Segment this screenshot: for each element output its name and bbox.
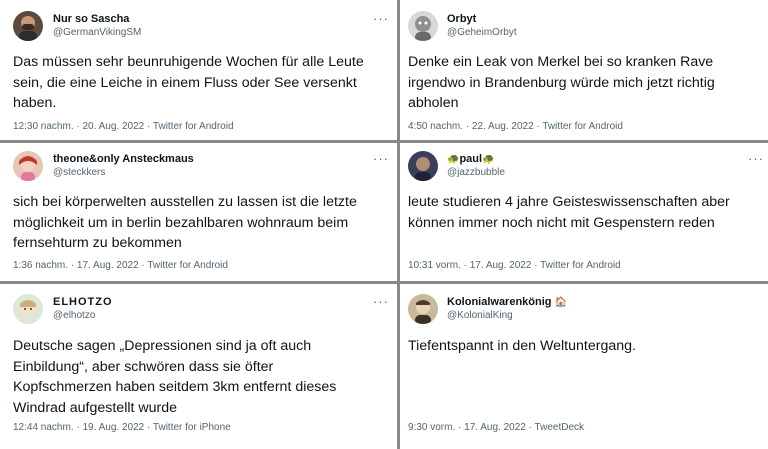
display-name[interactable]: Orbyt <box>447 13 476 25</box>
tweet-timestamp[interactable]: 9:30 vorm. · 17. Aug. 2022 · TweetDeck <box>408 422 584 433</box>
tweet-text: Deutsche sagen „Depressionen sind ja oft… <box>13 338 337 416</box>
user-handle[interactable]: @steckkers <box>53 167 105 178</box>
more-options-icon[interactable]: ··· <box>373 295 389 308</box>
tweet-text: Das müssen sehr beunruhigende Wochen für… <box>13 54 364 111</box>
avatar[interactable] <box>408 294 438 324</box>
user-handle[interactable]: @elhotzo <box>53 310 95 321</box>
display-name[interactable]: theone&only Ansteckmaus <box>53 153 194 165</box>
tweet-card[interactable]: Kolonialwarenkönig 🏠 @KolonialKing Tiefe… <box>400 284 768 449</box>
tweet-timestamp[interactable]: 12:30 nachm. · 20. Aug. 2022 · Twitter f… <box>13 121 234 132</box>
house-icon: 🏠 <box>554 297 568 308</box>
turtle-icon: 🐢 <box>482 154 495 165</box>
avatar[interactable] <box>13 11 43 41</box>
tweet-timestamp[interactable]: 1:36 nachm. · 17. Aug. 2022 · Twitter fo… <box>13 260 228 271</box>
tweet-timestamp[interactable]: 10:31 vorm. · 17. Aug. 2022 · Twitter fo… <box>408 260 621 271</box>
tweet-card[interactable]: ELHOTZO @elhotzo ··· Deutsche sagen „Dep… <box>0 284 397 449</box>
display-name-text: paul <box>459 153 483 165</box>
tweet-card[interactable]: 🐢paul🐢 @jazzbubble ··· leute studieren 4… <box>400 143 768 281</box>
more-options-icon[interactable]: ··· <box>373 12 389 25</box>
avatar[interactable] <box>13 294 43 324</box>
tweet-text: Tiefentspannt in den Weltuntergang. <box>408 338 636 354</box>
tweet-text: Denke ein Leak von Merkel bei so kranken… <box>408 54 715 111</box>
tweet-card[interactable]: theone&only Ansteckmaus @steckkers ··· s… <box>0 143 397 281</box>
display-name-text: Kolonialwarenkönig <box>447 296 552 308</box>
turtle-icon: 🐢 <box>447 154 460 165</box>
avatar[interactable] <box>408 11 438 41</box>
user-handle[interactable]: @GermanVikingSM <box>53 27 141 38</box>
tweet-text: sich bei körperwelten ausstellen zu lass… <box>13 194 357 251</box>
tweet-card[interactable]: Orbyt @GeheimOrbyt Denke ein Leak von Me… <box>400 0 768 140</box>
tweet-card[interactable]: Nur so Sascha @GermanVikingSM ··· Das mü… <box>0 0 397 140</box>
user-handle[interactable]: @jazzbubble <box>447 167 505 178</box>
display-name[interactable]: 🐢paul🐢 <box>447 153 495 165</box>
user-handle[interactable]: @GeheimOrbyt <box>447 27 517 38</box>
display-name[interactable]: Kolonialwarenkönig 🏠 <box>447 296 567 308</box>
tweet-timestamp[interactable]: 4:50 nachm. · 22. Aug. 2022 · Twitter fo… <box>408 121 623 132</box>
more-options-icon[interactable]: ··· <box>748 152 764 165</box>
avatar[interactable] <box>408 151 438 181</box>
display-name[interactable]: Nur so Sascha <box>53 13 129 25</box>
tweet-text: leute studieren 4 jahre Geisteswissensch… <box>408 194 730 231</box>
user-handle[interactable]: @KolonialKing <box>447 310 513 321</box>
tweet-grid: Nur so Sascha @GermanVikingSM ··· Das mü… <box>0 0 768 449</box>
display-name[interactable]: ELHOTZO <box>53 296 113 308</box>
tweet-timestamp[interactable]: 12:44 nachm. · 19. Aug. 2022 · Twitter f… <box>13 422 231 433</box>
avatar[interactable] <box>13 151 43 181</box>
more-options-icon[interactable]: ··· <box>373 152 389 165</box>
